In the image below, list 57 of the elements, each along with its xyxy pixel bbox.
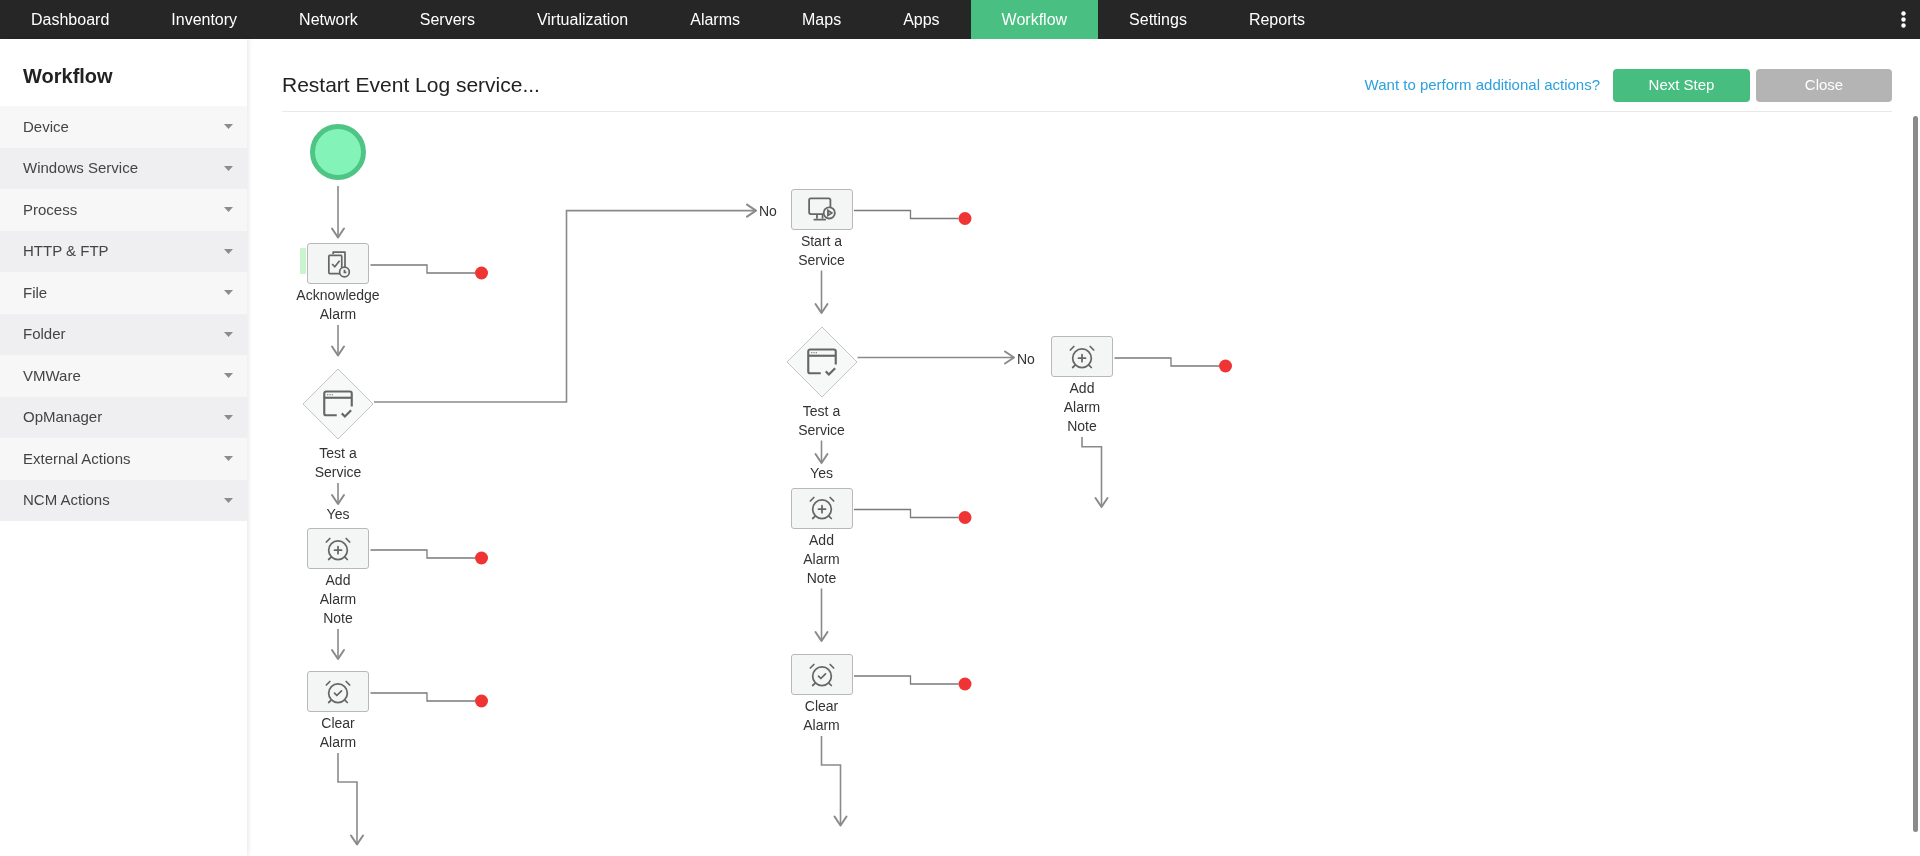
sidebar-item[interactable]: File <box>0 272 247 314</box>
nav-tab[interactable]: Alarms <box>659 0 771 39</box>
nav-tab[interactable]: Settings <box>1098 0 1218 39</box>
end-dot-icon <box>475 551 488 565</box>
sidebar-item[interactable]: NCM Actions <box>0 479 247 521</box>
alarm-clock-plus-icon <box>807 494 836 522</box>
end-dot-icon <box>1219 359 1232 373</box>
node-label: Start a Service <box>797 231 846 270</box>
sidebar-item[interactable]: External Actions <box>0 438 247 480</box>
nav-tab[interactable]: Maps <box>771 0 873 39</box>
node-label: Clear Alarm <box>318 714 358 752</box>
sidebar-item[interactable]: Process <box>0 189 247 231</box>
arrow-connector <box>331 185 345 239</box>
node-label: Clear Alarm <box>802 697 841 735</box>
node-label: Add Alarm Note <box>802 530 841 588</box>
arrow-connector <box>814 587 829 642</box>
arrow-connector <box>814 269 829 314</box>
node-label: Acknowledge Alarm <box>296 286 380 324</box>
nav-tab[interactable]: Virtualization <box>505 0 660 39</box>
arrow-connector <box>331 628 345 660</box>
end-dot-icon <box>475 694 488 708</box>
arrow-connector <box>1081 436 1109 508</box>
branch-label: Yes <box>810 465 833 481</box>
scrollbar-thumb[interactable] <box>1913 116 1918 832</box>
workflow-title: Restart Event Log service... <box>282 72 540 99</box>
sidebar-item[interactable]: Windows Service <box>0 147 247 189</box>
sidebar-item[interactable]: OpManager <box>0 396 247 438</box>
nav-tab[interactable]: Reports <box>1217 0 1336 39</box>
end-dot-icon <box>958 677 972 691</box>
sidebar-item[interactable]: Folder <box>0 313 247 355</box>
node-label: Test a Service <box>797 401 846 440</box>
window-check-icon <box>806 347 837 376</box>
more-menu-icon[interactable] <box>1901 11 1906 28</box>
end-dot-icon <box>958 212 972 225</box>
branch-label: No <box>1017 350 1035 369</box>
nav-tab[interactable]: Servers <box>388 0 506 39</box>
arrow-connector <box>331 324 345 357</box>
sidebar-title: Workflow <box>23 64 113 89</box>
node-label: Add Alarm Note <box>1062 379 1102 436</box>
node-label: Test a Service <box>313 444 363 482</box>
arrow-connector <box>814 439 829 464</box>
nav-tab[interactable]: Apps <box>872 0 971 39</box>
sidebar-item[interactable]: VMWare <box>0 355 247 397</box>
nav-tab[interactable]: Inventory <box>140 0 269 39</box>
arrow-connector <box>331 482 345 505</box>
nav-tab[interactable]: Dashboard <box>0 0 141 39</box>
start-node <box>310 124 366 180</box>
sidebar-item[interactable]: HTTP & FTP <box>0 230 247 272</box>
sidebar-item[interactable]: Device <box>0 106 247 148</box>
monitor-play-icon <box>807 196 836 222</box>
branch-label: Yes <box>326 506 350 522</box>
end-dot-icon <box>958 511 972 524</box>
branch-label: No <box>759 202 777 222</box>
end-dot-icon <box>475 266 488 280</box>
node-label: Add Alarm Note <box>318 571 358 628</box>
nav-tab[interactable]: Network <box>268 0 389 39</box>
window-check-icon <box>323 390 353 418</box>
